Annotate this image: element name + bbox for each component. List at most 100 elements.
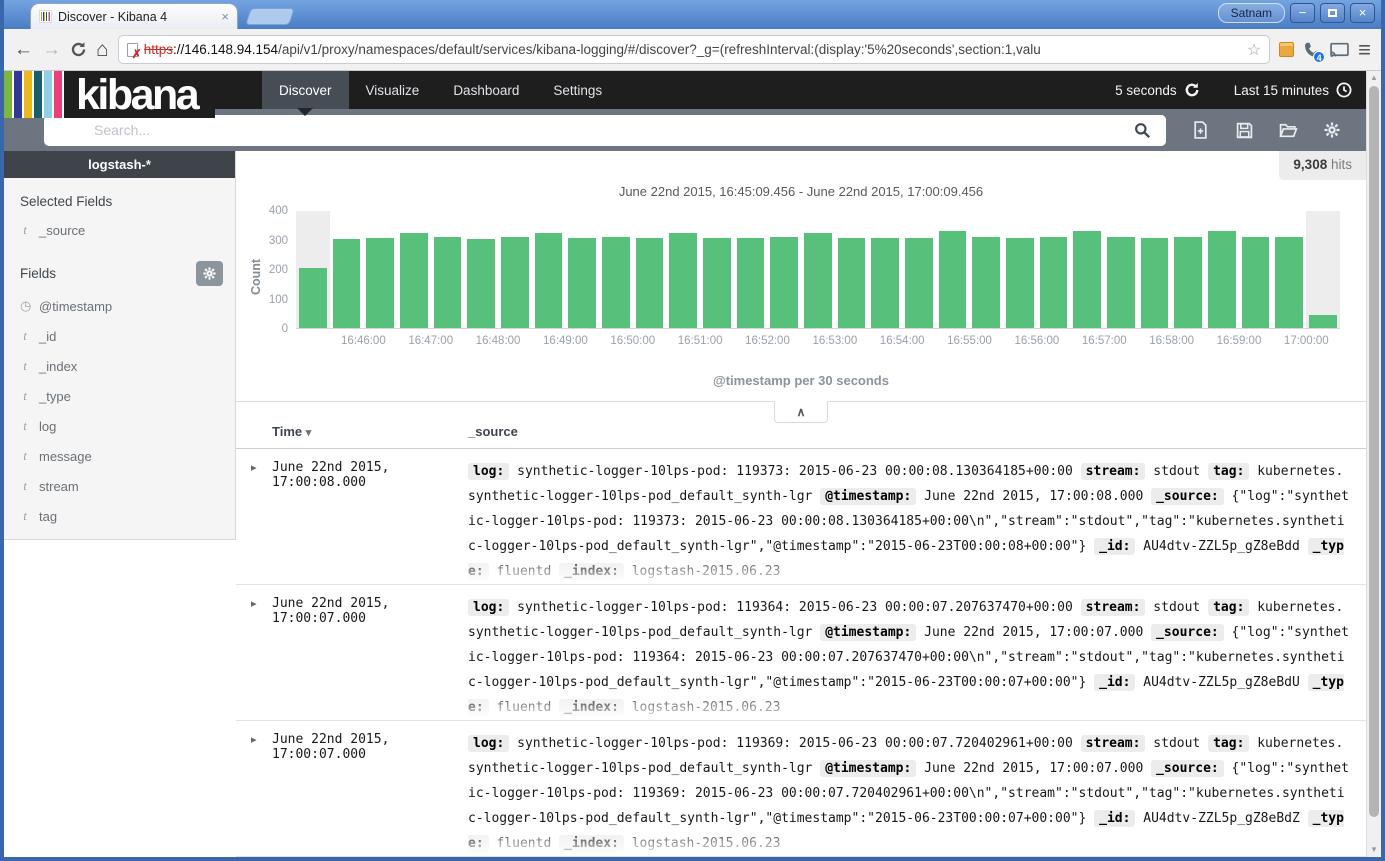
sidebar-field-log[interactable]: t log (4, 411, 235, 441)
url-bar[interactable]: ✗ https://146.148.94.154/api/v1/proxy/na… (118, 35, 1270, 64)
x-tick-label: 16:58:00 (1149, 335, 1194, 347)
fields-heading: Fields (20, 266, 56, 281)
refresh-interval-picker[interactable]: 5 seconds (1115, 82, 1200, 98)
tab-settings[interactable]: Settings (536, 71, 619, 109)
y-axis-label: Count (249, 259, 263, 295)
expand-row-icon[interactable]: ▸ (236, 595, 272, 720)
histogram-bar[interactable] (801, 211, 835, 328)
settings-button[interactable] (1310, 122, 1354, 138)
histogram-bar[interactable] (936, 211, 970, 328)
insecure-page-icon[interactable]: ✗ (127, 43, 138, 57)
new-search-button[interactable] (1178, 121, 1222, 139)
sidebar-field-stream[interactable]: t stream (4, 471, 235, 501)
histogram-bar[interactable] (330, 211, 364, 328)
hangouts-phone-icon[interactable]: 4 (1303, 41, 1321, 59)
sidebar-field-type[interactable]: t _type (4, 381, 235, 411)
string-field-icon: t (20, 418, 30, 434)
kibana-logo[interactable]: kibana (4, 71, 215, 118)
histogram-bar[interactable] (1070, 211, 1104, 328)
y-tick-label: 200 (269, 264, 288, 276)
histogram-bar[interactable] (868, 211, 902, 328)
field-badge: log: (468, 735, 509, 752)
tab-discover[interactable]: Discover (262, 71, 349, 109)
time-range-picker[interactable]: Last 15 minutes (1234, 82, 1352, 98)
reload-icon[interactable] (70, 41, 87, 58)
histogram-bar[interactable] (1104, 211, 1138, 328)
histogram-bar[interactable] (498, 211, 532, 328)
field-badge: _source: (1151, 488, 1224, 505)
open-search-button[interactable] (1266, 122, 1310, 138)
bookmark-star-icon[interactable]: ☆ (1247, 40, 1261, 60)
histogram-bar[interactable] (565, 211, 599, 328)
histogram-bar[interactable] (734, 211, 768, 328)
bar-value-311 (602, 237, 630, 328)
search-button[interactable] (1118, 115, 1166, 146)
sidebar-field-message[interactable]: t message (4, 441, 235, 471)
field-settings-button[interactable] (196, 261, 223, 286)
histogram-bar[interactable] (902, 211, 936, 328)
histogram-bar[interactable] (1272, 211, 1306, 328)
extension-icon[interactable] (1279, 42, 1294, 57)
save-search-button[interactable] (1222, 122, 1266, 139)
histogram-bar[interactable] (835, 211, 869, 328)
index-pattern-header[interactable]: logstash-* (4, 151, 235, 178)
results-table-body: ▸June 22nd 2015, 17:00:08.000log: synthe… (236, 449, 1366, 857)
sidebar-field-timestamp[interactable]: ◷ @timestamp (4, 292, 235, 321)
cast-icon[interactable] (1330, 42, 1349, 58)
expand-row-icon[interactable]: ▸ (236, 459, 272, 584)
histogram-bar[interactable] (397, 211, 431, 328)
expand-row-icon[interactable]: ▸ (236, 731, 272, 856)
scrollbar-thumb[interactable] (1369, 86, 1379, 817)
maximize-button[interactable] (1320, 3, 1345, 23)
histogram-bar[interactable] (1239, 211, 1273, 328)
results-table-header: Time ▾ _source (236, 424, 1366, 449)
source-column-header: _source (468, 424, 518, 439)
histogram-bar[interactable] (1003, 211, 1037, 328)
row-source: log: synthetic-logger-10lps-pod: 119369:… (468, 731, 1366, 856)
sidebar-field-tag[interactable]: t tag (4, 501, 235, 531)
browser-tab[interactable]: Discover - Kibana 4 × (30, 3, 238, 29)
histogram-bar[interactable] (464, 211, 498, 328)
home-icon[interactable]: ⌂ (96, 40, 109, 60)
histogram-bar[interactable] (431, 211, 465, 328)
histogram-bar[interactable] (700, 211, 734, 328)
scroll-up-icon[interactable]: ▲ (1367, 71, 1381, 85)
gear-icon (1324, 122, 1340, 138)
histogram-bar[interactable] (1171, 211, 1205, 328)
histogram-bar[interactable] (296, 211, 330, 328)
field-badge: stream: (1081, 735, 1146, 752)
menu-icon[interactable]: ≡ (1358, 40, 1371, 60)
scroll-down-icon[interactable]: ▼ (1367, 843, 1381, 857)
x-tick-label: 16:51:00 (678, 335, 723, 347)
sidebar-field-id[interactable]: t _id (4, 321, 235, 351)
histogram-bar[interactable] (1205, 211, 1239, 328)
search-box[interactable] (44, 115, 1166, 146)
tab-close-icon[interactable]: × (221, 10, 229, 23)
histogram-bar[interactable] (666, 211, 700, 328)
sidebar-field-source[interactable]: t _source (4, 215, 235, 245)
histogram-bar[interactable] (633, 211, 667, 328)
browser-window: Discover - Kibana 4 × Satnam − × ← → ⌂ ✗… (0, 0, 1385, 861)
time-column-header[interactable]: Time ▾ (236, 424, 468, 439)
back-icon[interactable]: ← (14, 40, 33, 60)
new-tab-button[interactable] (245, 8, 295, 25)
profile-button[interactable]: Satnam (1218, 3, 1285, 23)
histogram-bar[interactable] (599, 211, 633, 328)
histogram-bar[interactable] (532, 211, 566, 328)
sidebar-field-index[interactable]: t _index (4, 351, 235, 381)
field-badge: _source: (1151, 624, 1224, 641)
histogram-bar[interactable] (1138, 211, 1172, 328)
bar-value-307 (1141, 238, 1169, 328)
tab-dashboard[interactable]: Dashboard (436, 71, 536, 109)
tab-visualize[interactable]: Visualize (349, 71, 437, 109)
histogram-bar[interactable] (767, 211, 801, 328)
histogram-bar[interactable] (1306, 211, 1340, 328)
minimize-button[interactable]: − (1290, 3, 1315, 23)
histogram-bar[interactable] (969, 211, 1003, 328)
collapse-chart-button[interactable]: ∧ (774, 401, 828, 423)
histogram-bar[interactable] (1037, 211, 1071, 328)
window-close-button[interactable]: × (1350, 3, 1375, 23)
search-input[interactable] (44, 122, 1118, 138)
histogram-bar[interactable] (363, 211, 397, 328)
page-scrollbar[interactable]: ▲ ▼ (1366, 71, 1381, 857)
